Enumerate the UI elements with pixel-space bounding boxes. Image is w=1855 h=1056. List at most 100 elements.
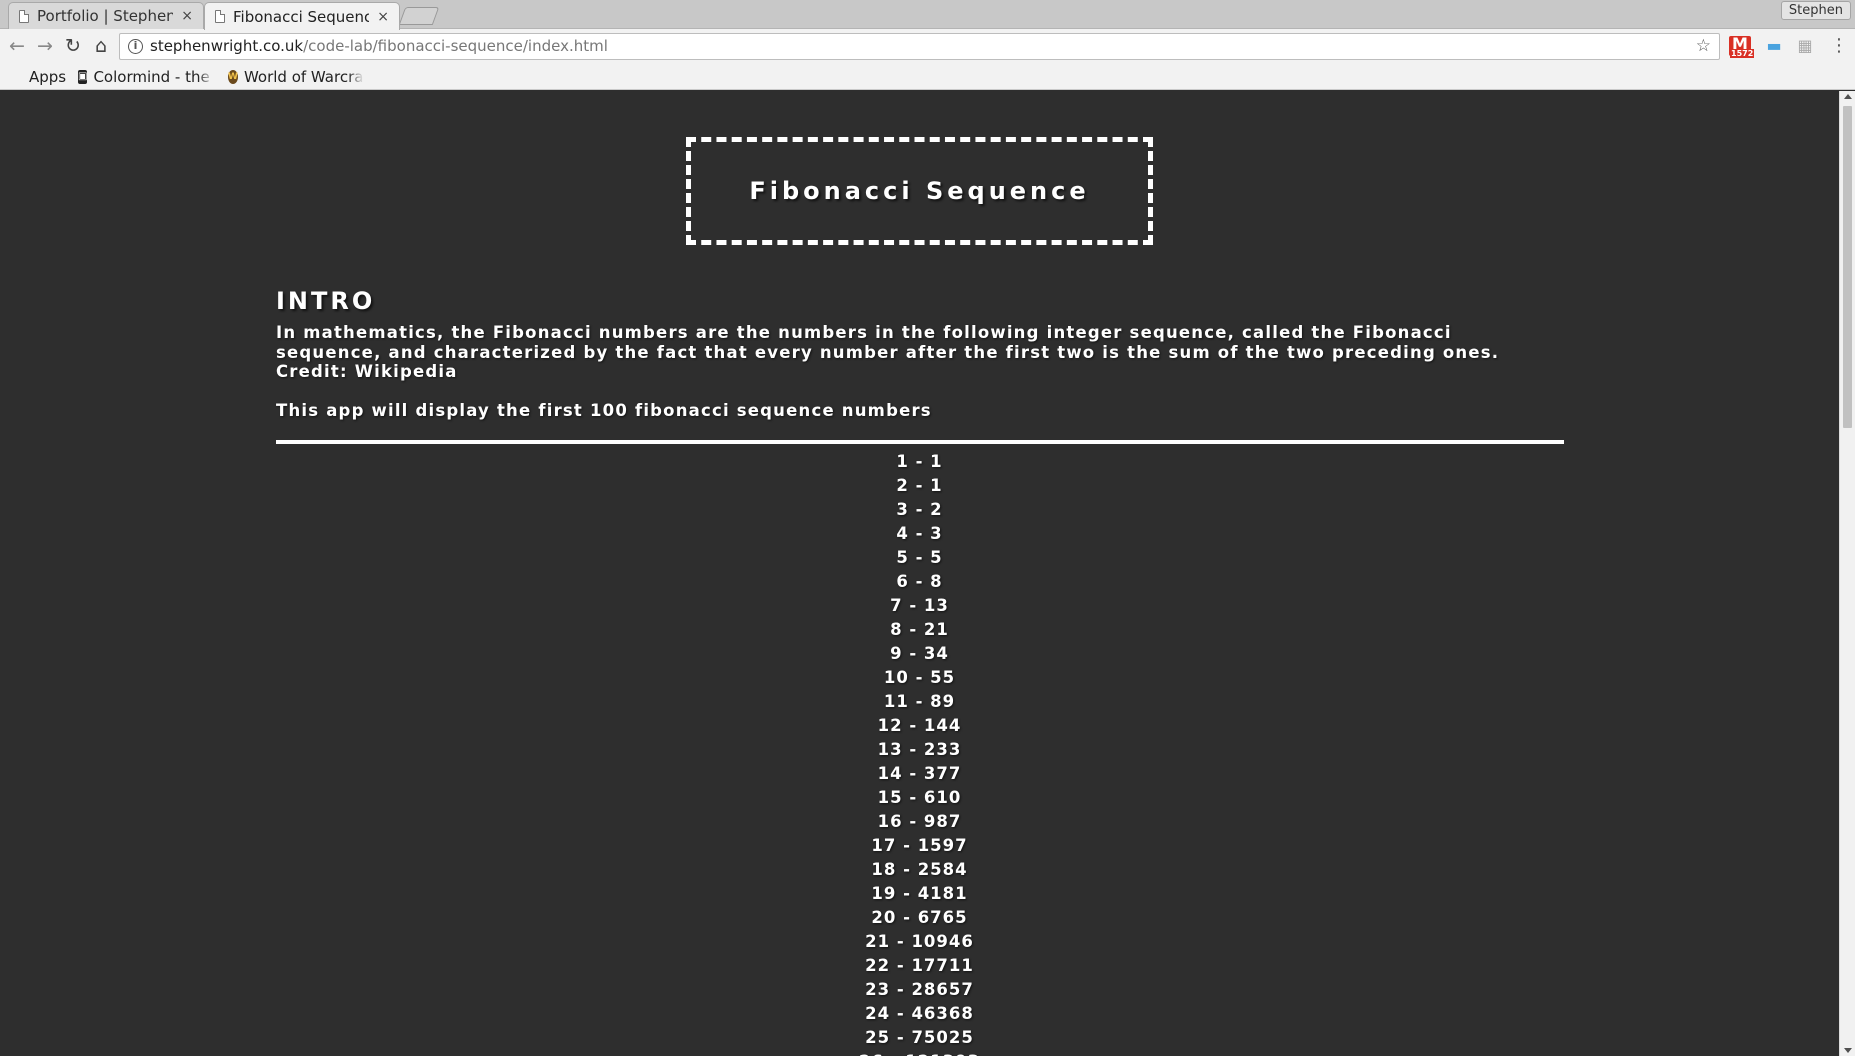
intro-note: This app will display the first 100 fibo…	[276, 400, 932, 420]
address-path: /code-lab/fibonacci-sequence/index.html	[303, 37, 608, 55]
fibonacci-list: 1 - 12 - 13 - 24 - 35 - 56 - 87 - 13 8 - …	[0, 450, 1839, 1056]
bookmarks-bar: Apps ▣ Colormind - the s W World of Warc…	[0, 64, 1855, 90]
sequence-separator: -	[902, 740, 924, 759]
sequence-value: 34	[923, 644, 949, 663]
bookmark-world-of-warcraft[interactable]: W World of Warcraf	[228, 66, 364, 88]
intro-section: INTRO In mathematics, the Fibonacci numb…	[276, 287, 1564, 444]
forward-arrow-icon[interactable]: →	[34, 35, 56, 57]
sequence-value: 55	[930, 668, 956, 687]
sequence-separator: -	[902, 788, 924, 807]
sequence-item: 24 - 46368	[0, 1002, 1839, 1026]
sequence-index: 8	[890, 620, 903, 639]
sequence-item: 3 - 2	[0, 498, 1839, 522]
sequence-separator: -	[890, 932, 912, 951]
bookmark-star-icon[interactable]: ☆	[1696, 34, 1711, 59]
sequence-index: 3	[896, 500, 909, 519]
sequence-value: 5	[930, 548, 943, 567]
sequence-item: 10 - 55	[0, 666, 1839, 690]
apps-grid-icon	[10, 71, 23, 84]
sequence-separator: -	[902, 644, 924, 663]
sequence-separator: -	[908, 668, 931, 687]
sequence-index: 5	[896, 548, 909, 567]
sequence-item: 20 - 6765	[0, 906, 1839, 930]
new-tab-button[interactable]	[398, 7, 440, 25]
scrollbar-thumb[interactable]	[1843, 106, 1852, 428]
sequence-value: 121393	[905, 1052, 980, 1056]
sequence-index: 14	[877, 764, 903, 783]
sequence-item: 12 - 144	[0, 714, 1839, 738]
sequence-item: 9 - 34	[0, 642, 1839, 666]
gmail-extension-icon[interactable]: M 1572	[1729, 36, 1755, 58]
sequence-item: 22 - 17711	[0, 954, 1839, 978]
profile-button[interactable]: Stephen	[1780, 1, 1851, 20]
sequence-value: 2584	[917, 860, 968, 879]
sequence-item: 2 - 1	[0, 474, 1839, 498]
sequence-index: 9	[890, 644, 903, 663]
sequence-separator: -	[908, 500, 931, 519]
vertical-scrollbar[interactable]	[1839, 91, 1855, 1056]
reload-icon[interactable]: ↻	[62, 35, 84, 57]
sequence-index: 15	[877, 788, 903, 807]
colormind-icon: ▣	[78, 70, 88, 84]
sequence-item: 7 - 13	[0, 594, 1839, 618]
close-icon[interactable]: ×	[377, 9, 389, 25]
sequence-separator: -	[890, 1004, 912, 1023]
home-icon[interactable]: ⌂	[90, 35, 112, 57]
sequence-separator: -	[908, 452, 931, 471]
chat-extension-icon[interactable]: ▬	[1763, 36, 1785, 56]
sequence-separator: -	[896, 836, 918, 855]
menu-kebab-icon[interactable]: ⋮	[1830, 35, 1848, 56]
sequence-value: 610	[923, 788, 962, 807]
sequence-item: 14 - 377	[0, 762, 1839, 786]
sequence-separator: -	[890, 1028, 912, 1047]
sequence-index: 21	[865, 932, 891, 951]
close-icon[interactable]: ×	[181, 8, 193, 24]
extension-icon[interactable]: ▦	[1794, 36, 1816, 56]
sequence-separator: -	[896, 908, 918, 927]
bookmark-apps[interactable]: Apps	[10, 66, 66, 88]
sequence-value: 28657	[911, 980, 974, 999]
sequence-index: 6	[896, 572, 909, 591]
sequence-separator: -	[896, 860, 918, 879]
sequence-separator: -	[908, 476, 931, 495]
sequence-value: 3	[930, 524, 943, 543]
sequence-separator: -	[902, 812, 924, 831]
sequence-separator: -	[890, 980, 912, 999]
gmail-unread-badge: 1572	[1730, 49, 1755, 58]
document-icon	[19, 9, 29, 23]
sequence-index: 16	[877, 812, 903, 831]
tab-fibonacci[interactable]: Fibonacci Sequence ×	[204, 2, 400, 30]
sequence-item: 5 - 5	[0, 546, 1839, 570]
tab-portfolio[interactable]: Portfolio | Stephen ×	[8, 2, 204, 29]
document-icon	[215, 10, 225, 23]
page-viewport[interactable]: Fibonacci Sequence INTRO In mathematics,…	[0, 91, 1839, 1056]
sequence-separator: -	[902, 596, 924, 615]
sequence-value: 1	[930, 476, 943, 495]
sequence-item: 11 - 89	[0, 690, 1839, 714]
sequence-index: 11	[883, 692, 909, 711]
sequence-item: 8 - 21	[0, 618, 1839, 642]
page-title: Fibonacci Sequence	[749, 177, 1090, 205]
back-arrow-icon[interactable]: ←	[6, 35, 28, 57]
world-of-warcraft-icon: W	[228, 70, 238, 84]
sequence-item: 17 - 1597	[0, 834, 1839, 858]
sequence-item: 18 - 2584	[0, 858, 1839, 882]
intro-heading: INTRO	[276, 287, 376, 315]
sequence-value: 46368	[911, 1004, 974, 1023]
sequence-item: 26 - 121393	[0, 1050, 1839, 1056]
sequence-index: 4	[896, 524, 909, 543]
scroll-down-arrow-icon[interactable]	[1844, 1048, 1852, 1053]
bookmark-label: Apps	[29, 68, 67, 86]
sequence-separator: -	[908, 572, 931, 591]
bookmark-colormind[interactable]: ▣ Colormind - the s	[78, 66, 214, 88]
info-icon[interactable]: i	[128, 39, 143, 54]
address-bar[interactable]: i stephenwright.co.uk/code-lab/fibonacci…	[119, 33, 1720, 60]
sequence-value: 6765	[917, 908, 968, 927]
sequence-separator: -	[908, 548, 931, 567]
sequence-value: 75025	[911, 1028, 974, 1047]
sequence-separator: -	[902, 716, 924, 735]
sequence-separator: -	[908, 692, 931, 711]
sequence-separator: -	[902, 620, 924, 639]
scroll-up-arrow-icon[interactable]	[1844, 94, 1852, 99]
sequence-index: 13	[877, 740, 903, 759]
